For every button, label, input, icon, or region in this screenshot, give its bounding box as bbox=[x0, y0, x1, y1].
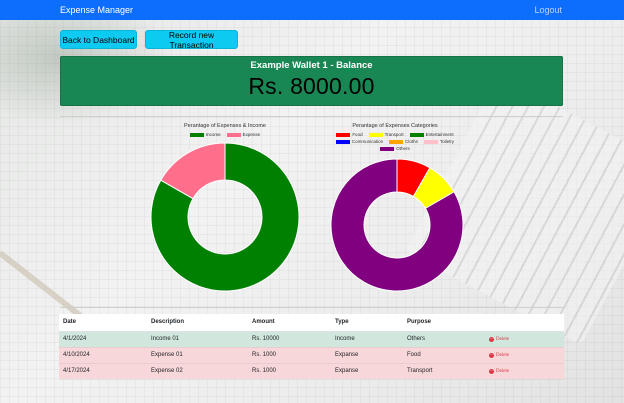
legend-label: Income bbox=[205, 132, 221, 137]
date-cell: 4/10/2024 bbox=[59, 347, 147, 364]
column-header-actions bbox=[485, 314, 564, 332]
date-cell: 4/17/2024 bbox=[59, 363, 147, 380]
purpose-cell: Others bbox=[403, 331, 485, 348]
minus-circle-icon: − bbox=[489, 353, 494, 358]
minus-circle-icon: − bbox=[489, 337, 494, 342]
divider bbox=[60, 116, 563, 117]
delete-button[interactable]: − Delete bbox=[489, 337, 509, 342]
legend-swatch bbox=[336, 132, 351, 137]
income-expense-legend: Income Expense bbox=[150, 132, 300, 137]
table-row: 4/10/2024 Expense 01 Rs. 1000 Expanse Food − D… bbox=[59, 347, 564, 364]
legend-item[interactable]: Toiletry bbox=[423, 139, 455, 144]
expense-category-chart-title: Perantage of Expenses Categories bbox=[352, 123, 438, 129]
legend-label: Food bbox=[352, 132, 363, 137]
income-expense-donut-chart bbox=[150, 142, 300, 292]
legend-label: Expense bbox=[242, 132, 261, 137]
type-cell: Income bbox=[331, 331, 403, 348]
type-cell: Expanse bbox=[331, 347, 403, 364]
amount-cell: Rs. 1000 bbox=[248, 347, 331, 364]
delete-button[interactable]: − Delete bbox=[489, 369, 509, 374]
balance-amount: Rs. 8000.00 bbox=[248, 73, 375, 99]
back-to-dashboard-button[interactable]: Back to Dashboard bbox=[60, 30, 137, 49]
delete-label: Delete bbox=[496, 353, 510, 358]
actions-cell: − Delete bbox=[485, 331, 564, 348]
navbar: Expense Manager Logout bbox=[0, 0, 624, 20]
legend-item[interactable]: Income bbox=[189, 132, 221, 137]
actions-cell: − Delete bbox=[485, 363, 564, 380]
purpose-cell: Food bbox=[403, 347, 485, 364]
table-row: 4/17/2024 Expense 02 Rs. 1000 Expanse Transp… bbox=[59, 363, 564, 380]
legend-swatch bbox=[423, 139, 438, 144]
table-row: 4/1/2024 Income 01 Rs. 10000 Income Others − D… bbox=[59, 331, 564, 348]
description-cell: Income 01 bbox=[147, 331, 248, 348]
column-header-amount: Amount bbox=[248, 314, 331, 332]
column-header-purpose: Purpose bbox=[403, 314, 485, 332]
actions-cell: − Delete bbox=[485, 347, 564, 364]
logout-link[interactable]: Logout bbox=[534, 5, 562, 15]
column-header-type: Type bbox=[331, 314, 403, 332]
column-header-date: Date bbox=[59, 314, 147, 332]
legend-item[interactable]: Food bbox=[336, 132, 363, 137]
balance-card: Example Wallet 1 - Balance Rs. 8000.00 bbox=[60, 56, 563, 106]
legend-swatch bbox=[389, 139, 404, 144]
legend-item[interactable]: Transport bbox=[368, 132, 404, 137]
legend-label: Toiletry bbox=[439, 139, 455, 144]
amount-cell: Rs. 10000 bbox=[248, 331, 331, 348]
description-cell: Expense 01 bbox=[147, 347, 248, 364]
legend-label: Others bbox=[396, 146, 410, 151]
legend-swatch bbox=[409, 132, 424, 137]
delete-label: Delete bbox=[496, 337, 510, 342]
legend-item[interactable]: Others bbox=[380, 146, 410, 151]
record-transaction-button[interactable]: Record new Transaction bbox=[145, 30, 238, 50]
legend-item[interactable]: Communication bbox=[335, 139, 384, 144]
delete-button[interactable]: − Delete bbox=[489, 353, 509, 358]
legend-swatch bbox=[335, 139, 350, 144]
column-header-description: Description bbox=[147, 314, 248, 332]
table-header-row: Date Description Amount Type Purpose bbox=[59, 314, 564, 332]
legend-label: Transport bbox=[384, 132, 404, 137]
description-cell: Expense 02 bbox=[147, 363, 248, 380]
brand-title[interactable]: Expense Manager bbox=[60, 5, 133, 15]
date-cell: 4/1/2024 bbox=[59, 331, 147, 348]
income-expense-chart-title: Perantage of Expenses & Income bbox=[184, 123, 266, 129]
divider bbox=[60, 307, 563, 308]
legend-item[interactable]: Expense bbox=[226, 132, 261, 137]
amount-cell: Rs. 1000 bbox=[248, 363, 331, 380]
legend-label: Cloths bbox=[405, 139, 418, 144]
legend-item[interactable]: Entertainment bbox=[409, 132, 454, 137]
minus-circle-icon: − bbox=[489, 369, 494, 374]
delete-label: Delete bbox=[496, 369, 510, 374]
legend-swatch bbox=[226, 132, 241, 137]
legend-label: Communication bbox=[351, 139, 384, 144]
legend-label: Entertainment bbox=[425, 132, 454, 137]
expense-category-donut-chart bbox=[330, 158, 464, 292]
type-cell: Expanse bbox=[331, 363, 403, 380]
expense-category-legend: Food Transport Entertainment Communication C… bbox=[325, 132, 465, 151]
transactions-table: Date Description Amount Type Purpose 4/1… bbox=[59, 314, 564, 380]
legend-item[interactable]: Cloths bbox=[389, 139, 418, 144]
balance-title: Example Wallet 1 - Balance bbox=[250, 60, 373, 71]
purpose-cell: Transport bbox=[403, 363, 485, 380]
legend-swatch bbox=[189, 132, 204, 137]
legend-swatch bbox=[368, 132, 383, 137]
legend-swatch bbox=[380, 146, 395, 151]
